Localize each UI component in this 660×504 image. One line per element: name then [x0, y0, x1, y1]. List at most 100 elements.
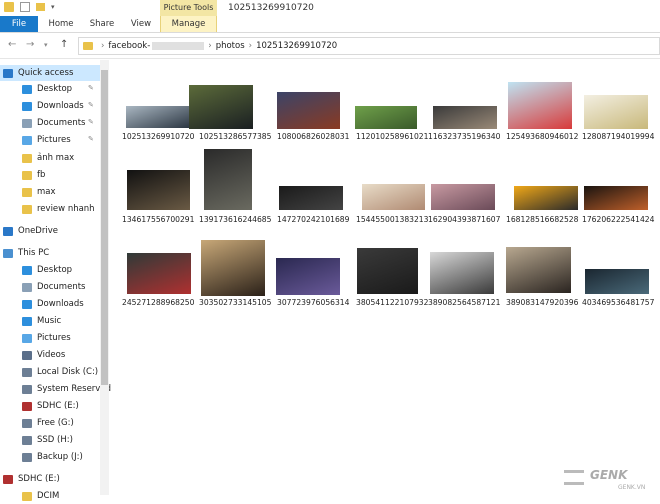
sd-card-icon [3, 474, 13, 484]
nav-item-label: Desktop [37, 84, 73, 94]
image-thumbnail[interactable] [276, 258, 340, 295]
pin-icon[interactable]: ✎ [88, 135, 94, 143]
nav-item[interactable]: fb [22, 167, 45, 183]
image-thumbnail[interactable] [433, 106, 497, 129]
file-grid: 102513269910720 102513286577385 1080068260… [112, 62, 660, 495]
image-thumbnail[interactable] [277, 92, 340, 129]
nav-item[interactable]: OneDrive [3, 223, 58, 239]
nav-item[interactable]: Downloads [22, 98, 84, 114]
nav-item[interactable]: Documents [22, 279, 85, 295]
nav-item-label: max [37, 187, 56, 197]
file-name: 125493680946012 [506, 132, 579, 141]
title-bar: ▾ Picture Tools 102513269910720 [0, 0, 660, 16]
image-thumbnail[interactable] [430, 252, 494, 294]
folder-icon [22, 170, 32, 180]
tab-view[interactable]: View [126, 16, 156, 32]
nav-item[interactable]: SDHC (E:) [3, 471, 60, 487]
folder-icon [22, 153, 32, 163]
file-name: 116323735196340 [428, 132, 501, 141]
nav-scrollbar-thumb[interactable] [101, 70, 108, 385]
chevron-right-icon[interactable]: › [208, 41, 211, 51]
nav-item-label: Videos [37, 350, 66, 360]
nav-item-label: Documents [37, 118, 86, 128]
nav-item-label: ảnh max [37, 153, 75, 163]
address-bar-row: ← → ▾ ↑ › facebook- › photos › 102513269… [0, 33, 660, 59]
image-thumbnail[interactable] [506, 247, 571, 293]
file-name: 154455001383213 [356, 215, 429, 224]
tab-manage[interactable]: Manage [160, 16, 217, 32]
chevron-right-icon[interactable]: › [101, 41, 104, 51]
customize-qat-icon[interactable]: ▾ [51, 3, 55, 11]
forward-arrow-icon[interactable]: → [26, 39, 34, 50]
image-thumbnail[interactable] [585, 269, 649, 294]
redacted-block [152, 42, 205, 50]
nav-item[interactable]: System Reserved [22, 381, 111, 397]
file-name: 389083147920396 [506, 298, 579, 307]
cloud-icon [3, 226, 13, 236]
breadcrumb-segment[interactable]: facebook- [108, 41, 150, 51]
nav-item-label: Backup (J:) [37, 452, 83, 462]
breadcrumb-segment[interactable]: photos [216, 41, 245, 51]
image-thumbnail[interactable] [189, 85, 253, 129]
nav-item[interactable]: SDHC (E:) [22, 398, 79, 414]
chevron-right-icon[interactable]: › [249, 41, 252, 51]
nav-item[interactable]: max [22, 184, 56, 200]
nav-item[interactable]: Documents [22, 115, 85, 131]
image-thumbnail[interactable] [355, 106, 417, 129]
nav-item[interactable]: review nhanh [22, 201, 95, 217]
image-thumbnail[interactable] [204, 149, 252, 210]
explorer-icon [4, 2, 14, 12]
nav-item[interactable]: SSD (H:) [22, 432, 73, 448]
properties-icon[interactable] [20, 2, 30, 12]
new-folder-icon[interactable] [36, 3, 45, 11]
nav-item[interactable]: Desktop [22, 81, 72, 97]
desktop-icon [22, 84, 32, 94]
image-thumbnail[interactable] [201, 240, 265, 296]
nav-item-label: SDHC (E:) [37, 401, 79, 411]
nav-item-label: Desktop [37, 265, 73, 275]
pin-icon[interactable]: ✎ [88, 101, 94, 109]
nav-item[interactable]: Local Disk (C:) [22, 364, 98, 380]
up-arrow-icon[interactable]: ↑ [60, 39, 68, 50]
image-thumbnail[interactable] [584, 95, 648, 129]
nav-item[interactable]: Quick access [0, 65, 100, 81]
nav-item[interactable]: Pictures [22, 132, 71, 148]
image-thumbnail[interactable] [126, 106, 190, 128]
recent-locations-icon[interactable]: ▾ [44, 41, 48, 49]
tab-file[interactable]: File [0, 16, 38, 32]
nav-item[interactable]: Videos [22, 347, 65, 363]
nav-item[interactable]: ảnh max [22, 150, 74, 166]
drive-icon [22, 367, 32, 377]
pictures-icon [22, 333, 32, 343]
file-name: 168128516682528 [506, 215, 579, 224]
nav-item[interactable]: Free (G:) [22, 415, 74, 431]
image-thumbnail[interactable] [431, 184, 495, 210]
pin-icon[interactable]: ✎ [88, 84, 94, 92]
picture-tools-group: Picture Tools [160, 0, 217, 16]
back-arrow-icon[interactable]: ← [8, 39, 16, 50]
pin-icon[interactable]: ✎ [88, 118, 94, 126]
file-name: 389082564587121 [428, 298, 501, 307]
watermark-brand: GENK [590, 468, 628, 482]
tab-share[interactable]: Share [86, 16, 118, 32]
image-thumbnail[interactable] [514, 186, 578, 210]
nav-item[interactable]: Backup (J:) [22, 449, 83, 465]
image-thumbnail[interactable] [508, 82, 572, 129]
breadcrumb-segment[interactable]: 102513269910720 [256, 41, 337, 51]
image-thumbnail[interactable] [279, 186, 343, 210]
image-thumbnail[interactable] [584, 186, 648, 210]
nav-item[interactable]: Pictures [22, 330, 71, 346]
nav-item[interactable]: This PC [3, 245, 49, 261]
image-thumbnail[interactable] [127, 253, 191, 294]
image-thumbnail[interactable] [357, 248, 418, 294]
image-thumbnail[interactable] [362, 184, 425, 210]
nav-item[interactable]: Desktop [22, 262, 72, 278]
drive-icon [22, 384, 32, 394]
nav-item[interactable]: Downloads [22, 296, 84, 312]
download-icon [22, 101, 32, 111]
image-thumbnail[interactable] [127, 170, 190, 210]
tab-home[interactable]: Home [44, 16, 78, 32]
nav-item[interactable]: DCIM [22, 488, 59, 504]
nav-item[interactable]: Music [22, 313, 61, 329]
address-box[interactable]: › facebook- › photos › 102513269910720 [78, 37, 660, 55]
